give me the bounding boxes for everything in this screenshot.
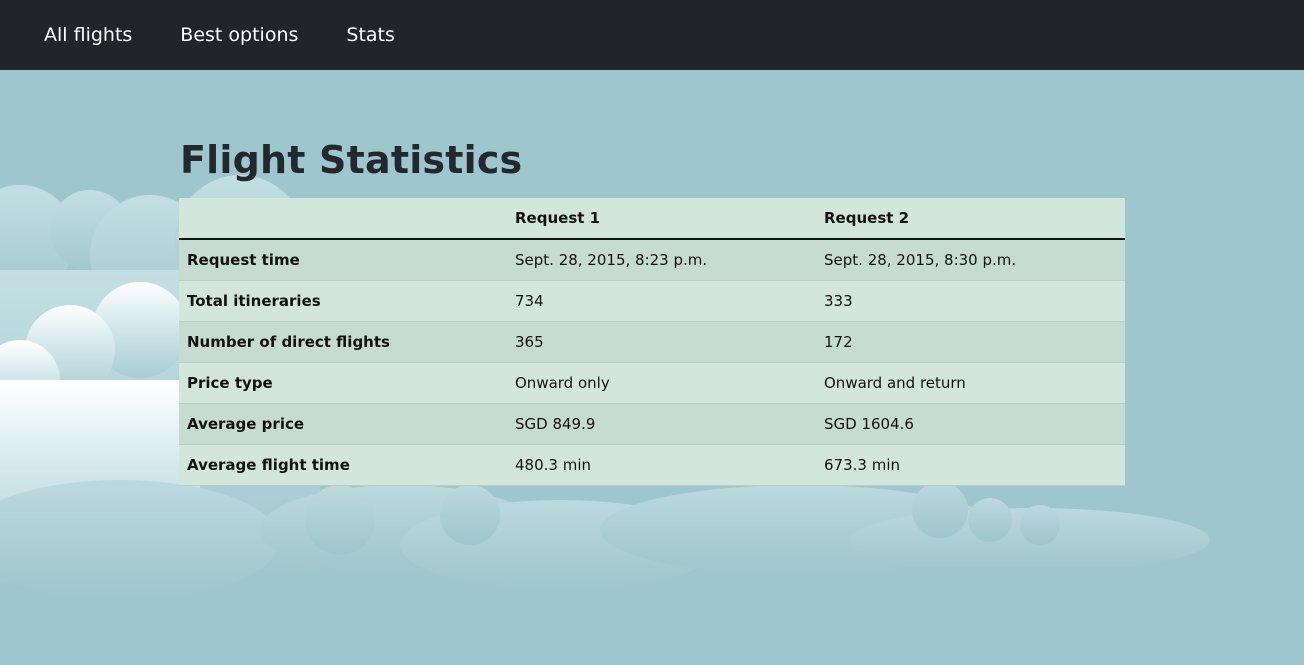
table-row: Average flight time 480.3 min 673.3 min — [179, 444, 1125, 486]
page-title: Flight Statistics — [180, 138, 523, 182]
table-row: Price type Onward only Onward and return — [179, 362, 1125, 404]
row-label: Request time — [179, 238, 507, 281]
nav-link-all-flights[interactable]: All flights — [44, 24, 132, 46]
top-navbar: All flights Best options Stats — [0, 0, 1304, 70]
column-header-request-1: Request 1 — [507, 198, 816, 240]
column-header-request-2: Request 2 — [816, 198, 1125, 240]
cell-request-1: 365 — [507, 321, 816, 363]
row-label: Price type — [179, 362, 507, 404]
cell-request-2: SGD 1604.6 — [816, 403, 1125, 445]
nav-link-best-options[interactable]: Best options — [180, 24, 298, 46]
column-header-label — [179, 198, 507, 240]
cell-request-1: 734 — [507, 280, 816, 322]
cell-request-2: Sept. 28, 2015, 8:30 p.m. — [816, 238, 1125, 281]
cell-request-2: Onward and return — [816, 362, 1125, 404]
row-label: Average flight time — [179, 444, 507, 486]
table-row: Number of direct flights 365 172 — [179, 321, 1125, 363]
table-header-row: Request 1 Request 2 — [179, 198, 1125, 240]
row-label: Number of direct flights — [179, 321, 507, 363]
row-label: Total itineraries — [179, 280, 507, 322]
cell-request-2: 172 — [816, 321, 1125, 363]
cell-request-2: 333 — [816, 280, 1125, 322]
main-content: Flight Statistics Request 1 Request 2 Re… — [179, 136, 1125, 486]
row-label: Average price — [179, 403, 507, 445]
cell-request-1: Sept. 28, 2015, 8:23 p.m. — [507, 238, 816, 281]
cell-request-1: SGD 849.9 — [507, 403, 816, 445]
cell-request-2: 673.3 min — [816, 444, 1125, 486]
nav-link-stats[interactable]: Stats — [346, 24, 395, 46]
table-row: Request time Sept. 28, 2015, 8:23 p.m. S… — [179, 238, 1125, 281]
cell-request-1: Onward only — [507, 362, 816, 404]
flight-statistics-table: Request 1 Request 2 Request time Sept. 2… — [179, 198, 1125, 486]
table-row: Total itineraries 734 333 — [179, 280, 1125, 322]
table-row: Average price SGD 849.9 SGD 1604.6 — [179, 403, 1125, 445]
cell-request-1: 480.3 min — [507, 444, 816, 486]
